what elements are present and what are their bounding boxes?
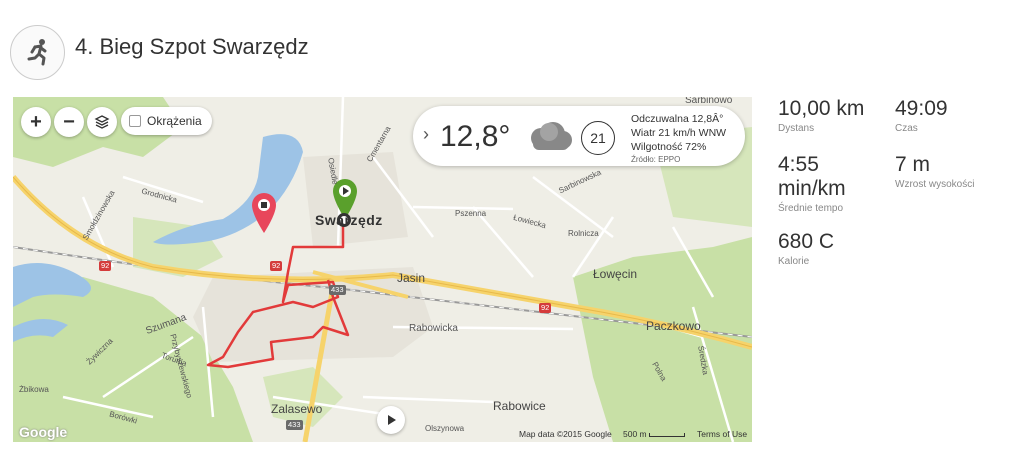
street-label: Olszynowa bbox=[425, 424, 465, 433]
activity-header: 4. Bieg Szpot Swarzędz bbox=[10, 22, 309, 82]
stat-value: 680 C bbox=[778, 230, 835, 253]
wind-direction-icon: 21 bbox=[581, 121, 615, 155]
place-label: Paczkowo bbox=[646, 319, 701, 333]
terms-of-use-link[interactable]: Terms of Use bbox=[697, 429, 747, 439]
google-logo: Google bbox=[19, 424, 68, 440]
page-title: 4. Bieg Szpot Swarzędz bbox=[75, 34, 309, 59]
place-label: Rabowice bbox=[493, 399, 546, 413]
stat-calories: 680 C Kalorie bbox=[778, 230, 834, 267]
play-route-button[interactable] bbox=[377, 406, 405, 434]
weather-details: Odczuwalna 12,8Â° Wiatr 21 km/h WNW Wilg… bbox=[631, 112, 726, 165]
stat-label: Dystans bbox=[778, 123, 815, 134]
layers-icon[interactable] bbox=[87, 107, 117, 137]
running-person-icon bbox=[10, 24, 65, 80]
stat-value: 4:55 bbox=[778, 153, 819, 176]
humidity: Wilgotność 72% bbox=[631, 141, 707, 153]
wind: Wiatr 21 km/h WNW bbox=[631, 127, 727, 139]
street-label: Żbikowa bbox=[19, 385, 49, 394]
stat-time: 49:09 Czas bbox=[895, 97, 948, 134]
map-attribution: Map data ©2015 Google bbox=[519, 429, 612, 439]
temperature-value: 12,8° bbox=[440, 120, 511, 153]
street-label: Rolnicza bbox=[568, 229, 599, 238]
stat-label: Kalorie bbox=[778, 256, 810, 267]
laps-toggle[interactable]: Okrążenia bbox=[121, 107, 212, 135]
place-label: Zalasewo bbox=[271, 402, 323, 416]
finish-marker-icon[interactable] bbox=[250, 191, 278, 233]
place-label: Sarbinowo bbox=[685, 97, 733, 106]
street-label: Rabowicka bbox=[409, 323, 458, 334]
place-label: Łowęcin bbox=[593, 267, 638, 281]
laps-checkbox[interactable] bbox=[129, 115, 141, 127]
road-shield: 433 bbox=[329, 285, 346, 295]
route-map[interactable]: Swarzędz Jasin Łowęcin Paczkowo Zalasewo… bbox=[13, 97, 752, 442]
stat-elevation: 7 m Wzrost wysokości bbox=[895, 153, 974, 190]
place-label: Swarzędz bbox=[315, 212, 383, 228]
cloud-icon bbox=[523, 122, 573, 157]
stat-value-unit: min/km bbox=[778, 177, 846, 200]
chevron-right-icon[interactable]: › bbox=[423, 124, 429, 145]
wind-speed-value: 21 bbox=[590, 130, 606, 146]
road-shield: 92 bbox=[270, 261, 283, 271]
road-shield: 433 bbox=[286, 420, 303, 430]
stat-label: Średnie tempo bbox=[778, 203, 844, 214]
weather-card[interactable]: › 12,8° 21 Odczuwalna 12,8Â° Wiatr 21 km… bbox=[413, 106, 745, 166]
stat-distance: 10,00 km Dystans bbox=[778, 97, 864, 134]
stat-label: Wzrost wysokości bbox=[895, 179, 975, 190]
road-shield: 92 bbox=[539, 303, 552, 313]
place-label: Jasin bbox=[397, 271, 426, 285]
road-shield: 92 bbox=[99, 261, 112, 271]
street-label: Pszenna bbox=[455, 209, 487, 218]
weather-source: Źródło: EPPO bbox=[631, 155, 681, 164]
feels-like: Odczuwalna 12,8Â° bbox=[631, 113, 724, 125]
zoom-out-button[interactable]: − bbox=[54, 107, 84, 137]
stat-value: 10,00 km bbox=[778, 97, 865, 120]
stat-pace: 4:55 min/km Średnie tempo bbox=[778, 153, 846, 214]
stat-label: Czas bbox=[895, 123, 918, 134]
laps-label: Okrążenia bbox=[147, 114, 202, 128]
zoom-in-button[interactable]: + bbox=[21, 107, 51, 137]
stat-value: 7 m bbox=[895, 153, 931, 176]
stat-value: 49:09 bbox=[895, 97, 948, 120]
map-scale: 500 m bbox=[623, 429, 647, 439]
scale-bar bbox=[649, 433, 685, 437]
